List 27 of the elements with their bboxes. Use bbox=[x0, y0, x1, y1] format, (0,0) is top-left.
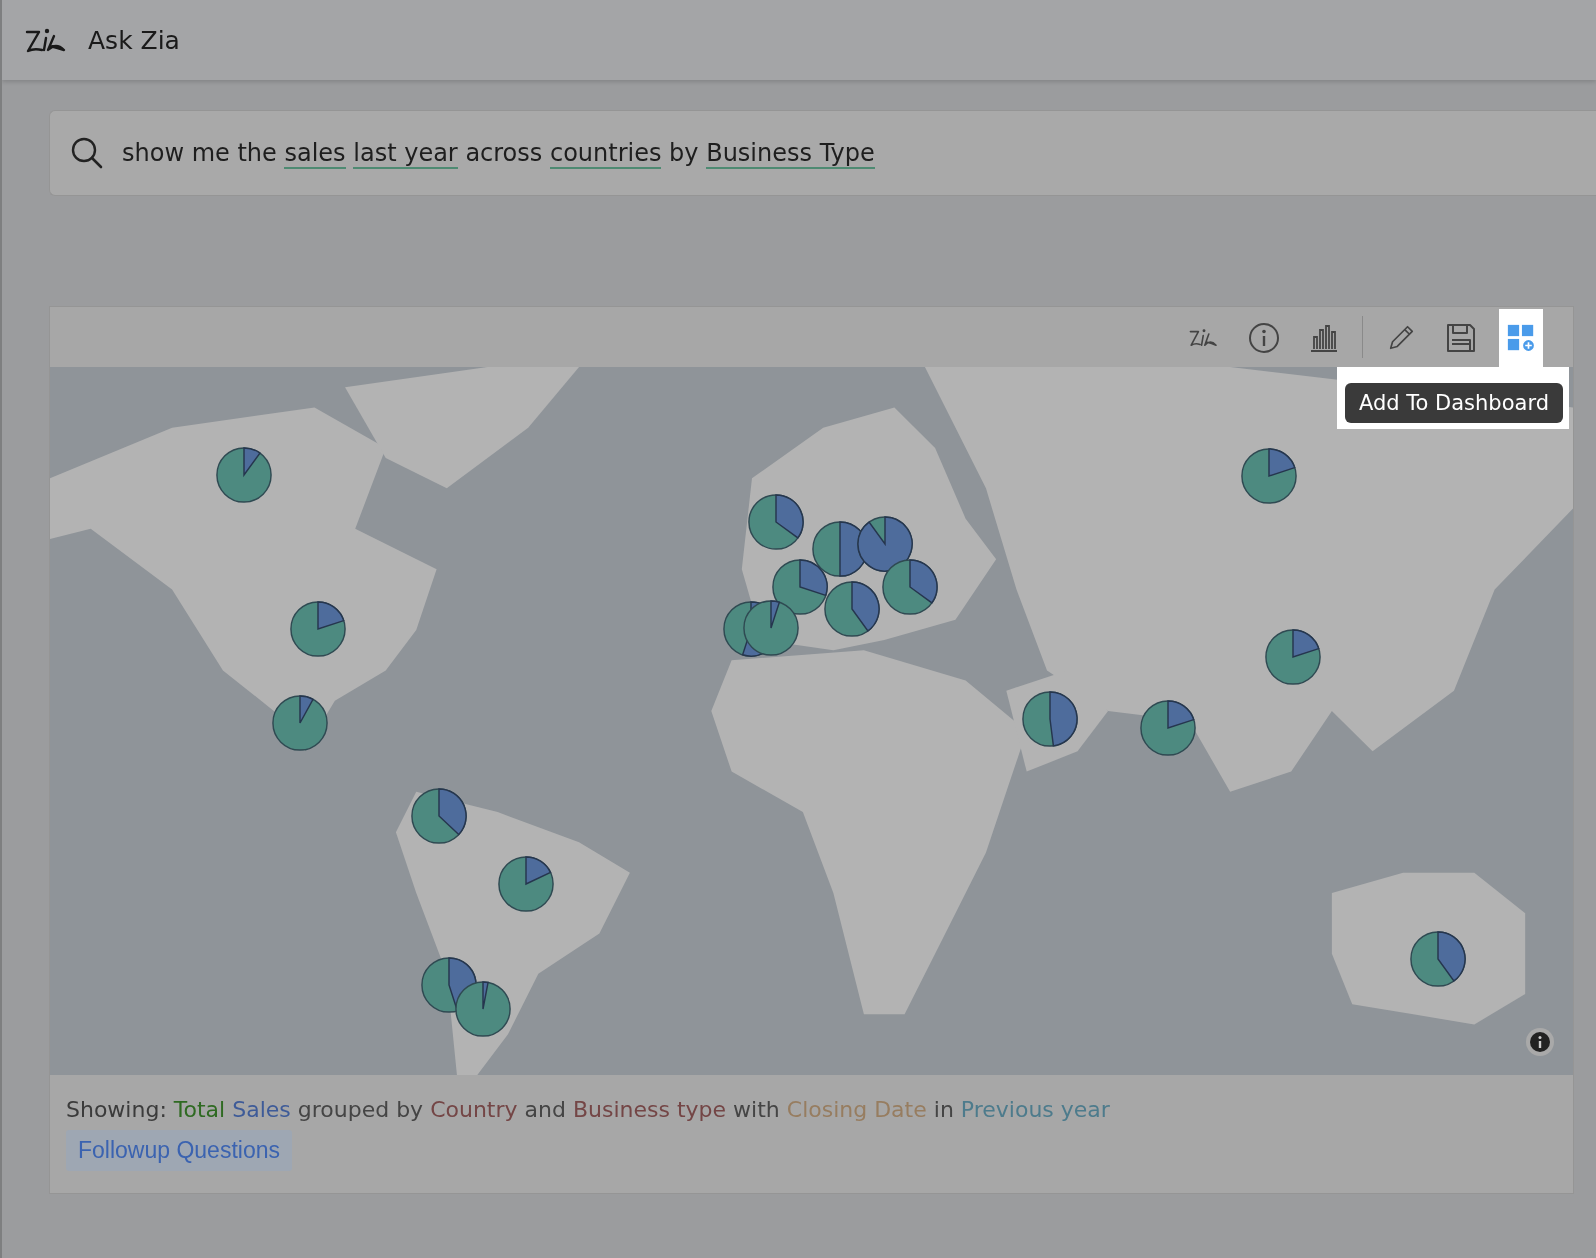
save-icon bbox=[1445, 322, 1477, 354]
bar-chart-icon bbox=[1308, 322, 1340, 354]
pie-marker-icon bbox=[742, 598, 801, 657]
add-to-dashboard-button[interactable] bbox=[1499, 309, 1543, 367]
app-title: Ask Zia bbox=[88, 25, 180, 55]
tooltip: Add To Dashboard bbox=[1344, 383, 1563, 423]
pie-marker-icon bbox=[1021, 689, 1080, 748]
pie-marker-icon bbox=[215, 446, 274, 505]
info-icon bbox=[1248, 322, 1280, 354]
pie-marker-icon bbox=[747, 492, 806, 551]
info-icon[interactable] bbox=[1525, 1027, 1555, 1057]
pie-marker-icon bbox=[1408, 929, 1467, 988]
search-field[interactable]: show me the sales last year across countries by Business Type bbox=[49, 110, 1596, 196]
pie-marker-icon bbox=[271, 694, 330, 752]
pie-marker-icon bbox=[880, 558, 939, 617]
pie-marker-icon bbox=[1139, 699, 1198, 758]
query-summary: Showing: Total Sales grouped by Country and Business type with Closing Date in Previous year bbox=[66, 1097, 1110, 1122]
search-query: show me the sales last year across countries by Business Type bbox=[122, 139, 875, 167]
pie-marker-icon bbox=[454, 980, 513, 1039]
search-icon bbox=[70, 136, 104, 170]
pie-marker-icon bbox=[288, 599, 347, 658]
dashboard-add-icon bbox=[1506, 323, 1536, 353]
pie-marker-icon bbox=[822, 579, 881, 638]
pie-marker-icon bbox=[409, 787, 468, 846]
pie-marker-icon bbox=[497, 854, 556, 913]
pie-marker-icon bbox=[1264, 628, 1323, 687]
pie-marker-icon bbox=[1239, 447, 1298, 506]
